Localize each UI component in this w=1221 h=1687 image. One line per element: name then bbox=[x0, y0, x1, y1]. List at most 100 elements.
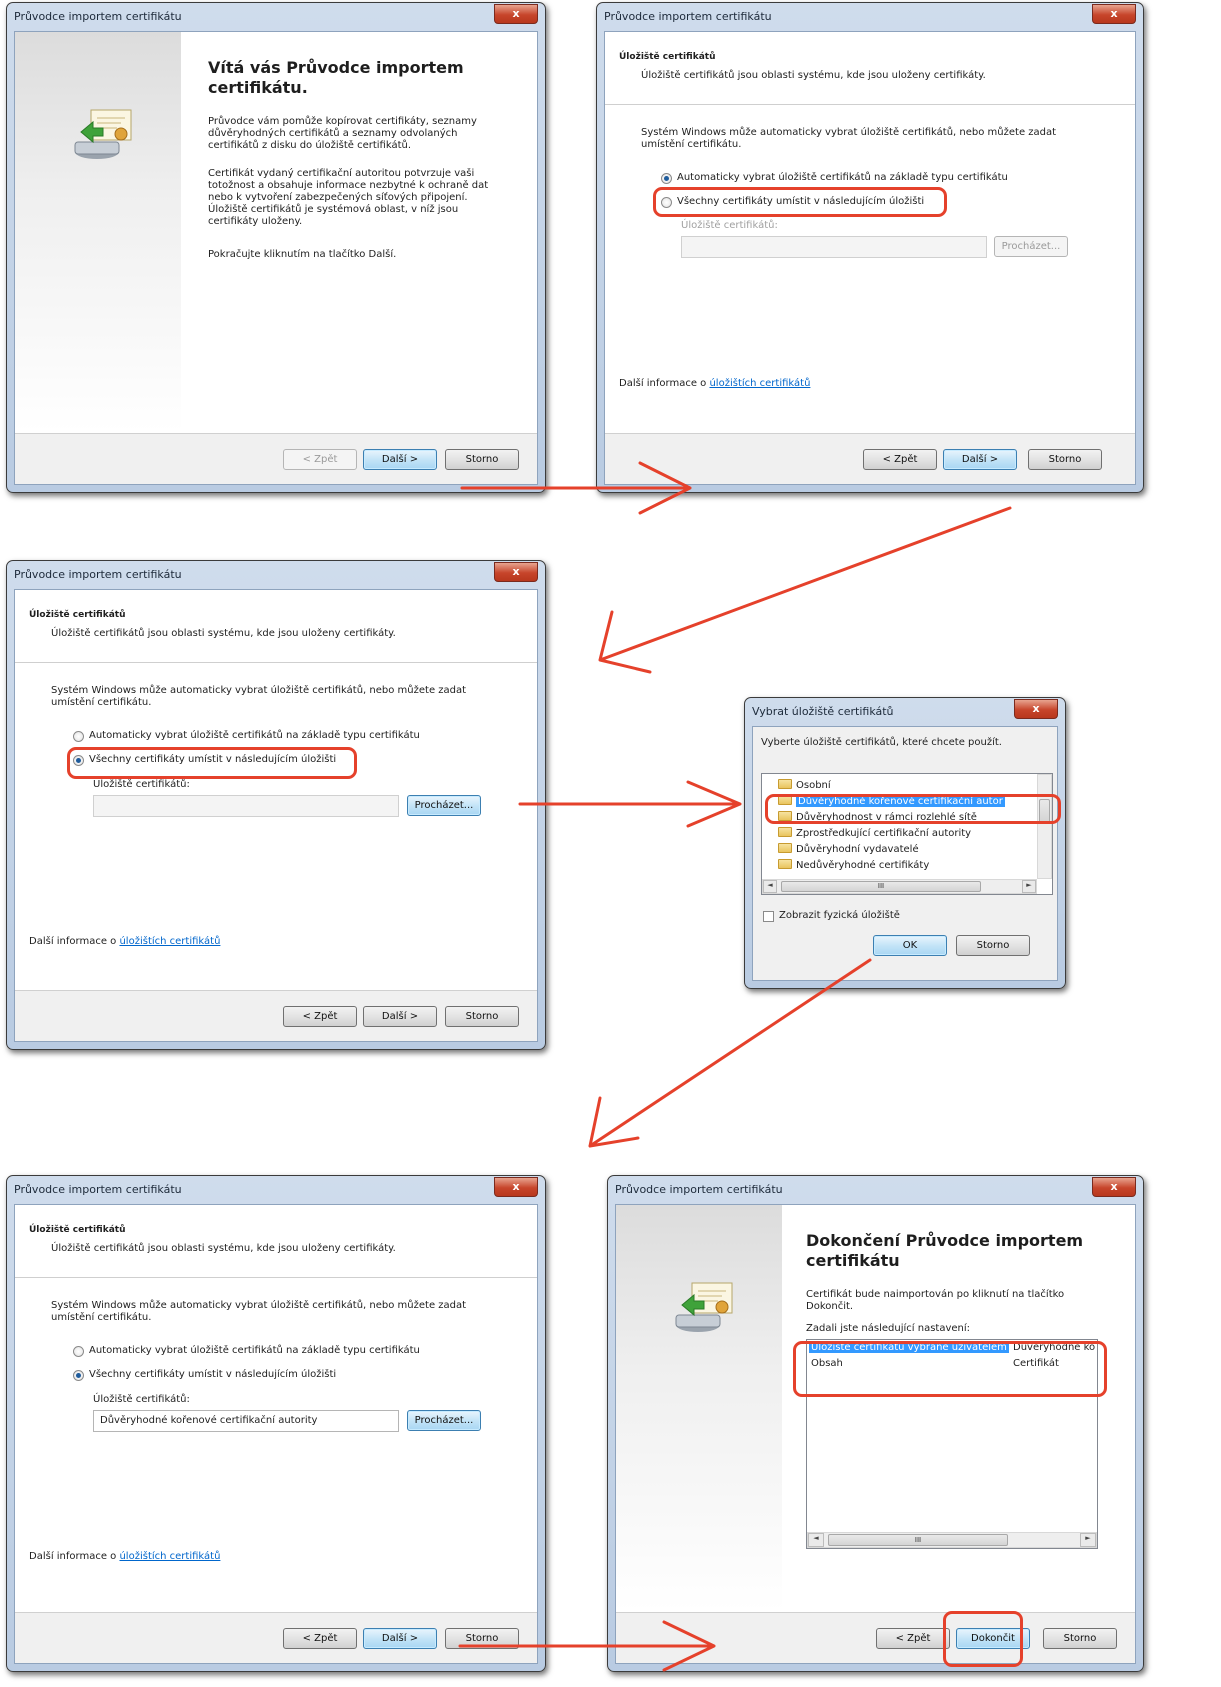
settings-label: Zadali jste následující nastavení: bbox=[806, 1323, 971, 1334]
more-info-text: Další informace o úložištích certifikátů bbox=[29, 1551, 221, 1562]
highlight-settings-rows bbox=[793, 1341, 1107, 1397]
page-header: Úložiště certifikátů Úložiště certifikát… bbox=[605, 32, 1135, 105]
scroll-left-button[interactable]: ◄ bbox=[808, 1533, 824, 1547]
store-intro-text: Systém Windows může automaticky vybrat ú… bbox=[51, 685, 467, 708]
auto-store-radio[interactable] bbox=[661, 173, 672, 184]
ok-button[interactable]: OK bbox=[873, 935, 947, 956]
title-bar[interactable]: Průvodce importem certifikátu x bbox=[608, 1176, 1143, 1204]
scroll-right-button[interactable]: ► bbox=[1022, 880, 1036, 893]
tree-vertical-scrollbar[interactable] bbox=[1037, 774, 1052, 879]
store-tree-item[interactable]: Nedůvěryhodné certifikáty bbox=[778, 858, 929, 873]
next-button[interactable]: Další > bbox=[943, 449, 1017, 470]
auto-store-radio[interactable] bbox=[73, 731, 84, 742]
welcome-heading: Vítá vás Průvodce importem certifikátu. bbox=[208, 58, 464, 97]
window-title: Průvodce importem certifikátu bbox=[14, 10, 182, 23]
page-header-title: Úložiště certifikátů bbox=[29, 1225, 126, 1235]
cancel-button[interactable]: Storno bbox=[1043, 1628, 1117, 1649]
back-button[interactable]: < Zpět bbox=[283, 1628, 357, 1649]
select-store-dialog: Vybrat úložiště certifikátů x Vyberte úl… bbox=[744, 697, 1066, 989]
cancel-button[interactable]: Storno bbox=[956, 935, 1030, 956]
manual-store-label: Všechny certifikáty umístit v následujíc… bbox=[89, 1369, 337, 1380]
title-bar[interactable]: Průvodce importem certifikátu x bbox=[597, 3, 1143, 31]
store-tree[interactable]: Osobní Důvěryhodné kořenové certifikační … bbox=[761, 773, 1053, 895]
browse-button[interactable]: Procházet... bbox=[994, 236, 1068, 257]
arrow-browse-to-dialog bbox=[518, 780, 742, 828]
wizard-client: Úložiště certifikátů Úložiště certifikát… bbox=[604, 31, 1136, 485]
browse-button[interactable]: Procházet... bbox=[407, 795, 481, 816]
manual-store-radio[interactable] bbox=[73, 1370, 84, 1381]
store-field[interactable]: Důvěryhodné kořenové certifikační autori… bbox=[93, 1410, 399, 1432]
back-button[interactable]: < Zpět bbox=[283, 449, 357, 470]
next-button[interactable]: Další > bbox=[363, 449, 437, 470]
back-button[interactable]: < Zpět bbox=[863, 449, 937, 470]
store-tree-item-label: Osobní bbox=[796, 780, 831, 791]
more-info-link[interactable]: úložištích certifikátů bbox=[119, 1551, 220, 1562]
page-header-description: Úložiště certifikátů jsou oblasti systém… bbox=[641, 70, 986, 81]
auto-store-radio[interactable] bbox=[73, 1346, 84, 1357]
folder-icon bbox=[778, 779, 792, 789]
close-button[interactable]: x bbox=[1092, 1177, 1136, 1197]
store-tree-item[interactable]: Důvěryhodní vydavatelé bbox=[778, 842, 919, 857]
cancel-button[interactable]: Storno bbox=[445, 1628, 519, 1649]
button-bar: < Zpět Další > Storno bbox=[15, 990, 537, 1041]
wizard-window-finish: Průvodce importem certifikátu x Dokončen… bbox=[607, 1175, 1144, 1672]
title-bar[interactable]: Průvodce importem certifikátu x bbox=[7, 561, 545, 589]
close-button[interactable]: x bbox=[494, 562, 538, 582]
wizard-client: Dokončení Průvodce importem certifikátu … bbox=[615, 1204, 1136, 1664]
title-bar[interactable]: Vybrat úložiště certifikátů x bbox=[745, 698, 1065, 726]
back-button[interactable]: < Zpět bbox=[876, 1628, 950, 1649]
next-button[interactable]: Další > bbox=[363, 1006, 437, 1027]
store-intro-text: Systém Windows může automaticky vybrat ú… bbox=[51, 1300, 467, 1323]
store-field[interactable] bbox=[681, 236, 987, 258]
next-button[interactable]: Další > bbox=[363, 1628, 437, 1649]
certificate-import-icon bbox=[74, 109, 132, 159]
cancel-button[interactable]: Storno bbox=[1028, 449, 1102, 470]
window-title: Průvodce importem certifikátu bbox=[14, 568, 182, 581]
wizard-window-store-auto: Průvodce importem certifikátu x Úložiště… bbox=[596, 2, 1144, 493]
store-field-label: Úložiště certifikátů: bbox=[93, 1394, 190, 1405]
wizard-client: Úložiště certifikátů Úložiště certifikát… bbox=[14, 1204, 538, 1664]
scroll-right-button[interactable]: ► bbox=[1080, 1533, 1096, 1547]
more-info-link[interactable]: úložištích certifikátů bbox=[709, 378, 810, 389]
close-button[interactable]: x bbox=[494, 4, 538, 24]
certificate-import-icon bbox=[675, 1282, 733, 1332]
store-field[interactable] bbox=[93, 795, 399, 817]
page-header-title: Úložiště certifikátů bbox=[619, 52, 716, 62]
back-button[interactable]: < Zpět bbox=[283, 1006, 357, 1027]
title-bar[interactable]: Průvodce importem certifikátu x bbox=[7, 3, 545, 31]
close-button[interactable]: x bbox=[1014, 699, 1058, 719]
scroll-left-button[interactable]: ◄ bbox=[763, 880, 777, 893]
folder-icon bbox=[778, 843, 792, 853]
store-tree-item[interactable]: Osobní bbox=[778, 778, 831, 793]
title-bar[interactable]: Průvodce importem certifikátu x bbox=[7, 1176, 545, 1204]
highlight-manual-option bbox=[67, 747, 357, 779]
arrow-store-to-manual bbox=[598, 506, 1012, 674]
welcome-paragraph-1: Průvodce vám pomůže kopírovat certifikát… bbox=[208, 116, 477, 151]
horizontal-scroll-thumb[interactable]: III bbox=[781, 881, 981, 892]
horizontal-scroll-thumb[interactable]: III bbox=[828, 1534, 1008, 1546]
window-title: Průvodce importem certifikátu bbox=[14, 1183, 182, 1196]
show-physical-checkbox[interactable] bbox=[763, 911, 774, 922]
cancel-button[interactable]: Storno bbox=[445, 449, 519, 470]
button-bar: < Zpět Další > Storno bbox=[15, 1612, 537, 1663]
button-bar: < Zpět Dokončit Storno bbox=[616, 1612, 1135, 1663]
more-info-text: Další informace o úložištích certifikátů bbox=[619, 378, 811, 389]
more-info-link[interactable]: úložištích certifikátů bbox=[119, 936, 220, 947]
folder-icon bbox=[778, 859, 792, 869]
store-tree-item-label: Zprostředkující certifikační autority bbox=[796, 828, 972, 839]
close-button[interactable]: x bbox=[1092, 4, 1136, 24]
store-field-label: Úložiště certifikátů: bbox=[681, 220, 778, 231]
browse-button[interactable]: Procházet... bbox=[407, 1410, 481, 1431]
window-title: Průvodce importem certifikátu bbox=[604, 10, 772, 23]
finish-paragraph: Certifikát bude naimportován po kliknutí… bbox=[806, 1289, 1065, 1312]
auto-store-label: Automaticky vybrat úložiště certifikátů … bbox=[89, 1345, 420, 1356]
store-tree-item-label: Nedůvěryhodné certifikáty bbox=[796, 860, 930, 871]
store-tree-item-label: Důvěryhodní vydavatelé bbox=[796, 844, 919, 855]
tree-horizontal-scrollbar[interactable]: ◄ III ► bbox=[762, 879, 1037, 894]
store-tree-item[interactable]: Zprostředkující certifikační autority bbox=[778, 826, 971, 841]
settings-horizontal-scrollbar[interactable]: ◄ III ► bbox=[807, 1532, 1097, 1548]
close-button[interactable]: x bbox=[494, 1177, 538, 1197]
page-header: Úložiště certifikátů Úložiště certifikát… bbox=[15, 590, 537, 663]
welcome-paragraph-2: Certifikát vydaný certifikační autoritou… bbox=[208, 168, 489, 227]
cancel-button[interactable]: Storno bbox=[445, 1006, 519, 1027]
